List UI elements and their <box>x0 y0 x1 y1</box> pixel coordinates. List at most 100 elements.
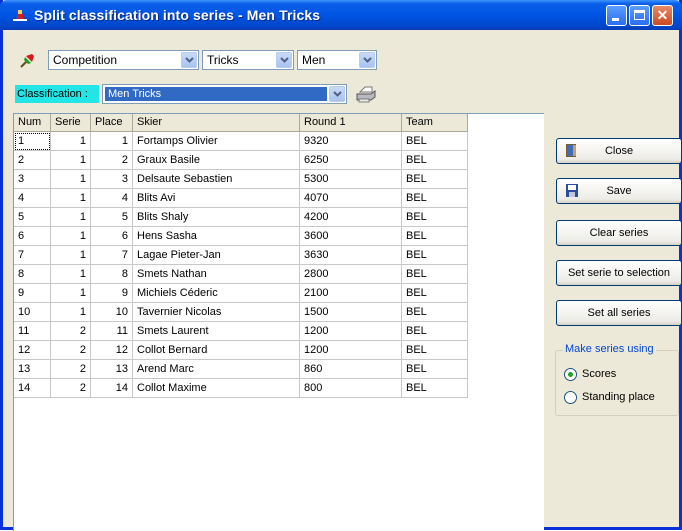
table-cell[interactable]: 2800 <box>300 265 402 284</box>
clear-series-button[interactable]: Clear series <box>556 220 682 246</box>
table-cell[interactable]: Smets Laurent <box>133 322 300 341</box>
table-cell[interactable]: 1 <box>51 208 91 227</box>
table-cell[interactable]: BEL <box>402 227 468 246</box>
table-cell[interactable]: 7 <box>91 246 133 265</box>
table-cell[interactable]: 2 <box>51 322 91 341</box>
table-cell[interactable]: 1 <box>51 303 91 322</box>
table-cell[interactable]: 3600 <box>300 227 402 246</box>
table-cell[interactable]: 1 <box>51 170 91 189</box>
table-cell[interactable]: Graux Basile <box>133 151 300 170</box>
table-cell[interactable]: 11 <box>14 322 51 341</box>
table-cell[interactable]: 1 <box>51 132 91 151</box>
category-select[interactable]: Men <box>297 50 377 70</box>
chevron-down-icon[interactable] <box>181 52 197 68</box>
table-cell[interactable]: 1500 <box>300 303 402 322</box>
table-cell[interactable]: 13 <box>14 360 51 379</box>
table-cell[interactable]: 1200 <box>300 322 402 341</box>
column-header[interactable]: Num <box>14 114 51 132</box>
column-header[interactable]: Team <box>402 114 468 132</box>
radio-scores[interactable]: Scores <box>564 367 682 383</box>
table-cell[interactable]: 8 <box>14 265 51 284</box>
table-cell[interactable]: Blits Shaly <box>133 208 300 227</box>
table-cell[interactable]: 9320 <box>300 132 402 151</box>
chevron-down-icon[interactable] <box>329 86 345 102</box>
table-cell[interactable]: 1 <box>51 284 91 303</box>
table-cell[interactable]: 1 <box>51 151 91 170</box>
table-cell[interactable]: 12 <box>14 341 51 360</box>
table-cell[interactable]: BEL <box>402 265 468 284</box>
table-cell[interactable]: 6 <box>14 227 51 246</box>
table-cell[interactable]: BEL <box>402 303 468 322</box>
table-cell[interactable]: BEL <box>402 208 468 227</box>
close-button[interactable]: Close <box>556 138 682 164</box>
table-cell[interactable]: 11 <box>91 322 133 341</box>
table-cell[interactable]: 4070 <box>300 189 402 208</box>
column-header[interactable]: Place <box>91 114 133 132</box>
table-cell[interactable]: Michiels Céderic <box>133 284 300 303</box>
radio-button-unchecked[interactable] <box>564 391 577 404</box>
table-cell[interactable]: Fortamps Olivier <box>133 132 300 151</box>
column-header[interactable]: Skier <box>133 114 300 132</box>
table-cell[interactable]: 5300 <box>300 170 402 189</box>
table-cell[interactable]: 2 <box>51 379 91 398</box>
table-cell[interactable]: BEL <box>402 341 468 360</box>
table-cell[interactable]: BEL <box>402 322 468 341</box>
title-bar[interactable]: Split classification into series - Men T… <box>0 0 682 30</box>
table-cell[interactable]: 9 <box>91 284 133 303</box>
table-cell[interactable]: 800 <box>300 379 402 398</box>
table-cell[interactable]: 12 <box>91 341 133 360</box>
table-cell[interactable]: Smets Nathan <box>133 265 300 284</box>
table-cell[interactable]: BEL <box>402 132 468 151</box>
pin-icon[interactable] <box>19 51 37 69</box>
table-cell[interactable]: 1 <box>51 246 91 265</box>
table-cell[interactable]: 4 <box>14 189 51 208</box>
table-cell[interactable]: BEL <box>402 170 468 189</box>
table-cell[interactable]: 3630 <box>300 246 402 265</box>
printer-icon[interactable] <box>355 84 377 104</box>
competition-select[interactable]: Competition <box>48 50 199 70</box>
series-table[interactable]: Num Serie Place Skier Round 1 Team 1 1 1 Fortamps… <box>13 113 544 531</box>
event-select[interactable]: Tricks <box>202 50 294 70</box>
table-cell[interactable]: Collot Maxime <box>133 379 300 398</box>
table-cell[interactable]: 9 <box>14 284 51 303</box>
table-cell[interactable]: BEL <box>402 189 468 208</box>
table-cell[interactable]: 1200 <box>300 341 402 360</box>
table-cell[interactable]: 6250 <box>300 151 402 170</box>
table-cell[interactable]: 1 <box>14 132 51 151</box>
table-cell[interactable]: 10 <box>91 303 133 322</box>
table-cell[interactable]: 2100 <box>300 284 402 303</box>
chevron-down-icon[interactable] <box>359 52 375 68</box>
classification-select[interactable]: Men Tricks <box>102 84 347 104</box>
table-cell[interactable]: 860 <box>300 360 402 379</box>
table-cell[interactable]: 2 <box>51 360 91 379</box>
table-cell[interactable]: BEL <box>402 151 468 170</box>
table-cell[interactable]: 1 <box>51 227 91 246</box>
table-cell[interactable]: 14 <box>14 379 51 398</box>
table-cell[interactable]: Delsaute Sebastien <box>133 170 300 189</box>
table-cell[interactable]: 3 <box>14 170 51 189</box>
set-all-series-button[interactable]: Set all series <box>556 300 682 326</box>
table-cell[interactable]: 13 <box>91 360 133 379</box>
table-cell[interactable]: BEL <box>402 379 468 398</box>
close-window-button[interactable]: ✕ <box>652 5 673 26</box>
table-cell[interactable]: Blits Avi <box>133 189 300 208</box>
maximize-button[interactable] <box>629 5 650 26</box>
set-serie-to-selection-button[interactable]: Set serie to selection <box>556 260 682 286</box>
table-cell[interactable]: Tavernier Nicolas <box>133 303 300 322</box>
table-cell[interactable]: 5 <box>14 208 51 227</box>
table-cell[interactable]: 2 <box>14 151 51 170</box>
table-cell[interactable]: 14 <box>91 379 133 398</box>
table-cell[interactable]: 1 <box>51 189 91 208</box>
table-cell[interactable]: 4 <box>91 189 133 208</box>
save-button[interactable]: Save <box>556 178 682 204</box>
column-header[interactable]: Round 1 <box>300 114 402 132</box>
table-cell[interactable]: BEL <box>402 360 468 379</box>
table-cell[interactable]: 8 <box>91 265 133 284</box>
column-header[interactable]: Serie <box>51 114 91 132</box>
table-cell[interactable]: 3 <box>91 170 133 189</box>
table-cell[interactable]: 5 <box>91 208 133 227</box>
table-cell[interactable]: BEL <box>402 284 468 303</box>
minimize-button[interactable] <box>606 5 627 26</box>
table-cell[interactable]: Arend Marc <box>133 360 300 379</box>
table-cell[interactable]: 1 <box>51 265 91 284</box>
